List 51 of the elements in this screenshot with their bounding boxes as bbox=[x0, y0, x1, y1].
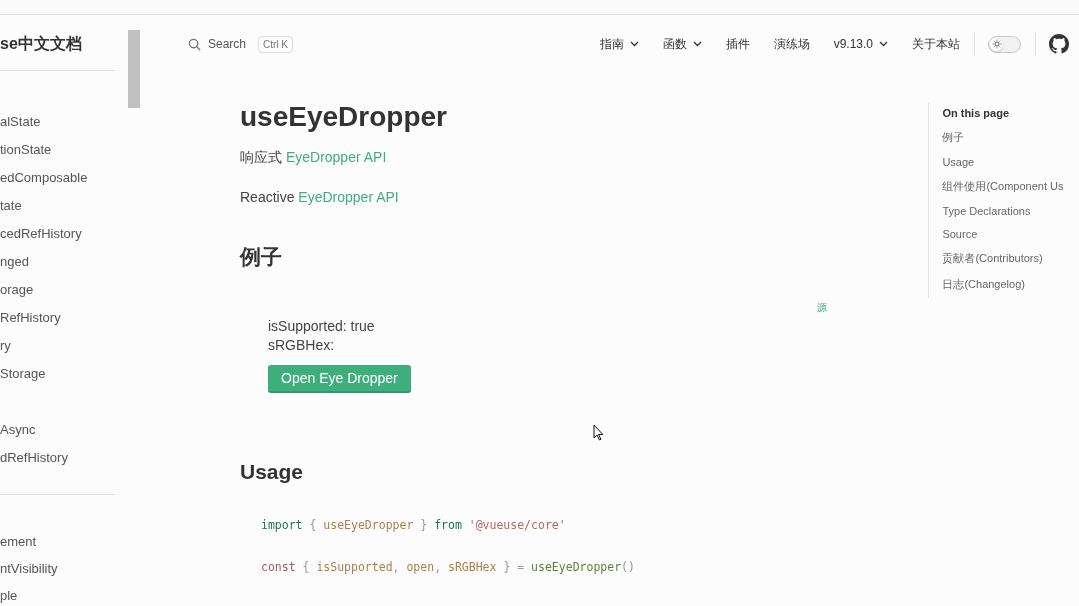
sidebar-item[interactable]: edComposable bbox=[0, 164, 115, 192]
chevron-icon bbox=[629, 41, 639, 47]
intro-text: 响应式 bbox=[240, 149, 282, 165]
sidebar-item[interactable]: ry bbox=[0, 332, 115, 360]
github-icon[interactable] bbox=[1049, 34, 1069, 54]
sidebar-item[interactable]: dRefHistory bbox=[0, 444, 115, 472]
theme-switch[interactable] bbox=[988, 35, 1021, 53]
sidebar-item[interactable]: alState bbox=[0, 108, 115, 136]
section-heading: Usage bbox=[240, 460, 305, 484]
nav-link[interactable]: 指南 bbox=[599, 35, 639, 53]
toc-link[interactable]: Usage bbox=[942, 156, 1079, 168]
sidebar-item[interactable]: ement bbox=[0, 528, 115, 555]
sidebar-item[interactable]: cedRefHistory bbox=[0, 220, 115, 248]
sidebar-item[interactable]: ple bbox=[0, 582, 115, 606]
sidebar-item[interactable]: tionState bbox=[0, 136, 115, 164]
nav-link[interactable]: 演练场 bbox=[773, 35, 810, 53]
toc-link[interactable]: 组件使用(Component Us bbox=[942, 179, 1079, 194]
toc-link[interactable]: 贡献者(Contributors) bbox=[942, 251, 1079, 266]
nav-link[interactable]: 函数 bbox=[662, 35, 702, 53]
intro-text: Reactive bbox=[240, 189, 295, 205]
section-heading: 例子 bbox=[240, 244, 283, 270]
sidebar-item[interactable]: Storage bbox=[0, 360, 115, 388]
search-label: Search bbox=[208, 37, 247, 51]
toc-link[interactable]: 日志(Changelog) bbox=[942, 277, 1079, 292]
sidebar-item[interactable]: orage bbox=[0, 276, 115, 304]
toc-link[interactable]: Type Declarations bbox=[942, 205, 1079, 217]
sidebar-item[interactable]: RefHistory bbox=[0, 304, 115, 332]
site-title[interactable]: se中文文档 bbox=[0, 15, 115, 71]
scrollbar[interactable] bbox=[128, 30, 140, 108]
sidebar-item[interactable]: Async bbox=[0, 416, 115, 444]
sidebar-item[interactable]: nged bbox=[0, 248, 115, 276]
chevron-icon bbox=[879, 41, 888, 47]
nav-link[interactable]: 插件 bbox=[725, 35, 750, 53]
shortcut-key: Ctrl K bbox=[258, 35, 294, 53]
chevron-icon bbox=[692, 41, 702, 47]
sun-icon bbox=[991, 39, 1002, 49]
nav-link[interactable]: v9.13.0 bbox=[833, 35, 888, 53]
page-title: useEyeDropper bbox=[240, 101, 448, 133]
mouse-cursor-icon bbox=[593, 424, 604, 441]
toc-link[interactable]: Source bbox=[942, 228, 1079, 240]
code-line: import { useEyeDropper } from '@vueuse/core' bbox=[261, 518, 567, 532]
toc-title: On this page bbox=[942, 107, 1011, 119]
search-button[interactable]: Search Ctrl K bbox=[188, 35, 294, 53]
demo-output: sRGBHex: bbox=[268, 336, 336, 355]
sidebar-item[interactable]: ntVisibility bbox=[0, 555, 115, 582]
toc-link[interactable]: 例子 bbox=[942, 130, 1079, 145]
code-line: const { isSupported, open, sRGBHex } = useEyeDropper() bbox=[261, 560, 636, 574]
nav-link[interactable]: 关于本站 bbox=[912, 35, 960, 53]
demo-output: isSupported: true bbox=[268, 317, 376, 336]
sidebar-item[interactable]: tate bbox=[0, 192, 115, 220]
search-icon bbox=[188, 37, 201, 51]
